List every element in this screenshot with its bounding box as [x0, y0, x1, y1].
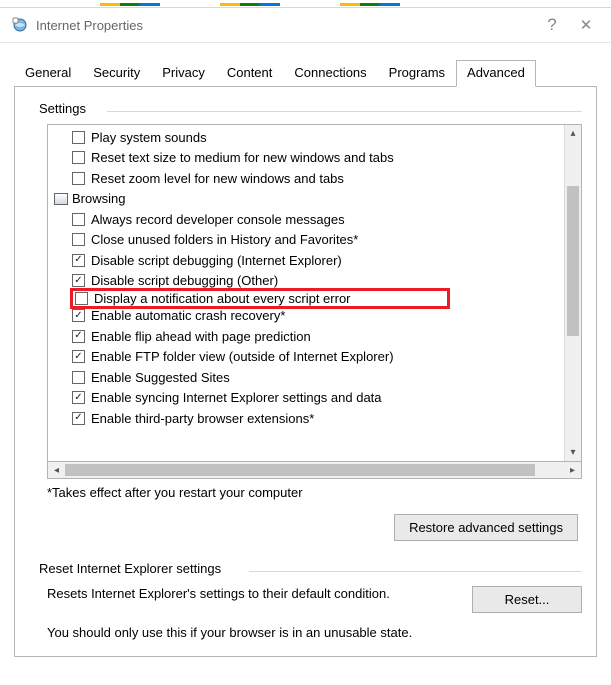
settings-item-label: Browsing	[72, 191, 125, 206]
tab-security[interactable]: Security	[82, 60, 151, 86]
settings-item-label: Disable script debugging (Internet Explo…	[91, 253, 342, 268]
hscroll-track[interactable]	[65, 462, 564, 478]
checkbox[interactable]	[72, 151, 85, 164]
settings-item-label: Reset text size to medium for new window…	[91, 150, 394, 165]
checkbox[interactable]	[72, 391, 85, 404]
scroll-up-arrow-icon[interactable]: ▴	[565, 125, 581, 142]
tab-general[interactable]: General	[14, 60, 82, 86]
settings-item[interactable]: Reset zoom level for new windows and tab…	[52, 168, 564, 189]
category-icon	[54, 193, 68, 205]
settings-item[interactable]: Reset text size to medium for new window…	[52, 148, 564, 169]
checkbox[interactable]	[72, 412, 85, 425]
reset-description: Resets Internet Explorer's settings to t…	[47, 586, 454, 603]
checkbox[interactable]	[72, 330, 85, 343]
settings-item[interactable]: Enable FTP folder view (outside of Inter…	[52, 347, 564, 368]
checkbox[interactable]	[72, 350, 85, 363]
settings-item-label: Display a notification about every scrip…	[94, 291, 351, 306]
checkbox[interactable]	[72, 254, 85, 267]
tabs: General Security Privacy Content Connect…	[14, 59, 597, 86]
checkbox[interactable]	[75, 292, 88, 305]
settings-item[interactable]: Enable syncing Internet Explorer setting…	[52, 388, 564, 409]
settings-group: Settings	[29, 101, 582, 116]
tab-panel-advanced: Settings Play system sounds Reset text si…	[14, 86, 597, 657]
horizontal-scrollbar[interactable]: ◂ ▸	[47, 462, 582, 479]
scroll-left-arrow-icon[interactable]: ◂	[48, 465, 65, 476]
settings-item[interactable]: Enable third-party browser extensions*	[52, 408, 564, 429]
window-title: Internet Properties	[36, 18, 531, 33]
settings-item-label: Close unused folders in History and Favo…	[91, 232, 358, 247]
reset-group: Reset Internet Explorer settings	[29, 561, 582, 576]
settings-item[interactable]: Enable Suggested Sites	[52, 367, 564, 388]
checkbox[interactable]	[72, 309, 85, 322]
tab-connections[interactable]: Connections	[283, 60, 377, 86]
settings-item-label: Reset zoom level for new windows and tab…	[91, 171, 344, 186]
settings-item-label: Disable script debugging (Other)	[91, 273, 278, 288]
settings-item-label: Enable syncing Internet Explorer setting…	[91, 390, 382, 405]
settings-group-label: Settings	[39, 101, 86, 116]
titlebar: Internet Properties ? ✕	[0, 8, 611, 42]
checkbox[interactable]	[72, 371, 85, 384]
tab-programs[interactable]: Programs	[378, 60, 456, 86]
scroll-down-arrow-icon[interactable]: ▾	[565, 444, 581, 461]
tab-privacy[interactable]: Privacy	[151, 60, 216, 86]
settings-item-label: Enable FTP folder view (outside of Inter…	[91, 349, 394, 364]
settings-item[interactable]: Enable automatic crash recovery*	[52, 306, 564, 327]
settings-item[interactable]: Disable script debugging (Internet Explo…	[52, 250, 564, 271]
vscroll-thumb[interactable]	[567, 186, 579, 336]
settings-item-label: Enable Suggested Sites	[91, 370, 230, 385]
reset-warning: You should only use this if your browser…	[47, 625, 582, 640]
checkbox[interactable]	[72, 213, 85, 226]
checkbox[interactable]	[72, 274, 85, 287]
settings-item[interactable]: Enable flip ahead with page prediction	[52, 326, 564, 347]
help-button[interactable]: ?	[539, 15, 565, 35]
settings-item-label: Enable automatic crash recovery*	[91, 308, 285, 323]
vscroll-track[interactable]	[565, 142, 581, 444]
window-edge-hint	[0, 0, 611, 8]
reset-group-label: Reset Internet Explorer settings	[39, 561, 221, 576]
scroll-right-arrow-icon[interactable]: ▸	[564, 465, 581, 476]
settings-item-label: Play system sounds	[91, 130, 207, 145]
checkbox[interactable]	[72, 131, 85, 144]
close-button[interactable]: ✕	[573, 16, 599, 34]
restore-advanced-settings-button[interactable]: Restore advanced settings	[394, 514, 578, 541]
vertical-scrollbar[interactable]: ▴ ▾	[564, 125, 581, 461]
hscroll-thumb[interactable]	[65, 464, 535, 476]
checkbox[interactable]	[72, 172, 85, 185]
internet-options-icon	[12, 17, 28, 33]
settings-item-label: Enable flip ahead with page prediction	[91, 329, 311, 344]
restart-footnote: *Takes effect after you restart your com…	[47, 485, 582, 500]
settings-item-label: Enable third-party browser extensions*	[91, 411, 314, 426]
settings-category: Browsing	[52, 189, 564, 210]
settings-item-label: Always record developer console messages	[91, 212, 345, 227]
tab-advanced[interactable]: Advanced	[456, 60, 536, 87]
reset-button[interactable]: Reset...	[472, 586, 582, 613]
settings-item[interactable]: Play system sounds	[52, 127, 564, 148]
checkbox[interactable]	[72, 233, 85, 246]
settings-item[interactable]: Close unused folders in History and Favo…	[52, 230, 564, 251]
settings-item[interactable]: Always record developer console messages	[52, 209, 564, 230]
internet-properties-dialog: Internet Properties ? ✕ General Security…	[0, 0, 611, 685]
tab-content[interactable]: Content	[216, 60, 284, 86]
settings-listbox[interactable]: Play system sounds Reset text size to med…	[47, 124, 582, 462]
